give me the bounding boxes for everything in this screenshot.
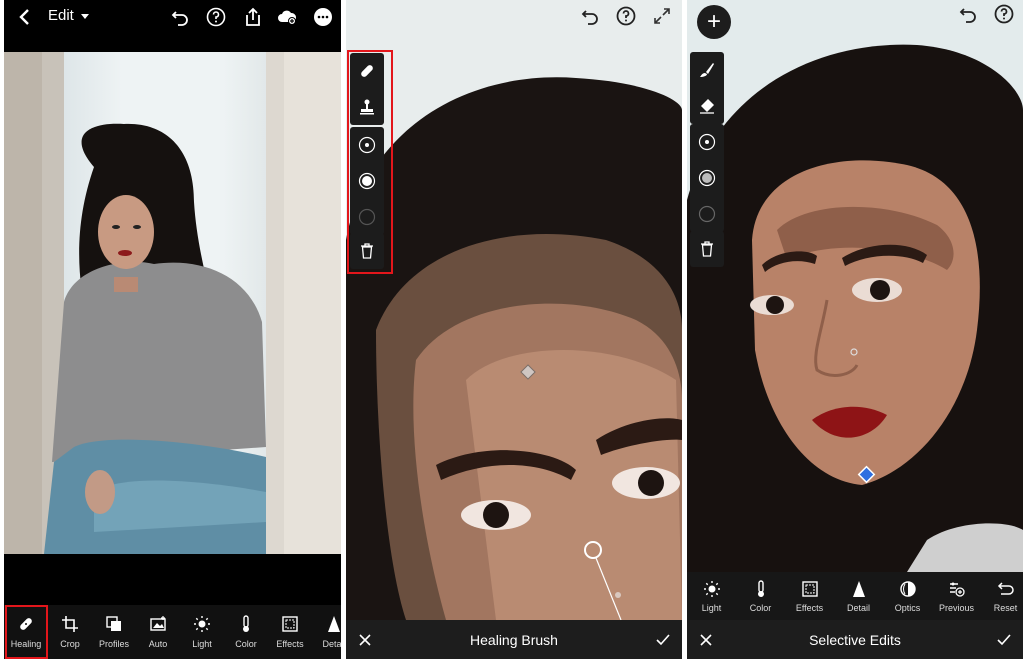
sun-icon xyxy=(703,580,720,597)
thermometer-icon xyxy=(243,615,249,632)
size-icon[interactable] xyxy=(690,124,724,160)
tool-label: Previous xyxy=(938,602,974,613)
tool-auto[interactable]: Auto xyxy=(136,605,180,659)
undo-icon[interactable] xyxy=(169,6,191,28)
caret-down-icon xyxy=(80,14,89,19)
undo-icon[interactable] xyxy=(578,4,602,28)
check-icon[interactable] xyxy=(656,633,670,647)
triangle-icon xyxy=(328,616,340,632)
add-label: + xyxy=(706,8,721,35)
mask-tool-group xyxy=(690,52,724,124)
tool-previous[interactable]: Previous xyxy=(932,572,981,620)
lightroom-edit-panel: Edit Healing Crop Profiles Auto Light Co… xyxy=(4,0,341,659)
selective-bottom-bar: Selective Edits xyxy=(687,620,1023,659)
tool-optics[interactable]: Optics xyxy=(883,572,932,620)
effects-icon xyxy=(801,580,818,597)
highlight-box xyxy=(347,50,393,274)
tool-label: Light xyxy=(701,602,722,613)
share-icon[interactable] xyxy=(242,6,264,28)
healing-bottom-bar: Healing Brush xyxy=(346,620,682,659)
profiles-icon xyxy=(106,616,121,631)
tool-label: Light xyxy=(192,639,212,649)
tool-label: Optics xyxy=(894,602,921,613)
tool-label: Detail xyxy=(846,602,870,613)
undo-icon[interactable] xyxy=(956,2,980,26)
sun-icon xyxy=(194,616,210,632)
tool-label: Profiles xyxy=(98,639,129,649)
tool-effects[interactable]: Effects xyxy=(785,572,834,620)
tool-label: Crop xyxy=(60,639,80,649)
flow-icon[interactable] xyxy=(690,196,724,232)
tool-color[interactable]: Color xyxy=(224,605,268,659)
selective-edits-panel: + Light Color Effects Detail Optics Prev… xyxy=(687,0,1023,659)
mode-title: Healing Brush xyxy=(470,631,558,648)
tool-profiles[interactable]: Profiles xyxy=(92,605,136,659)
top-bar: Edit xyxy=(4,0,341,52)
reset-icon xyxy=(997,581,1014,595)
auto-icon xyxy=(150,616,166,631)
mode-title: Selective Edits xyxy=(809,631,901,648)
tool-label: Effects xyxy=(795,602,824,613)
tool-label: Color xyxy=(235,639,257,649)
cloud-sync-icon[interactable] xyxy=(276,6,298,28)
triangle-icon xyxy=(852,580,865,597)
close-icon[interactable] xyxy=(699,633,713,647)
help-icon[interactable] xyxy=(614,4,638,28)
tool-label: Reset xyxy=(993,602,1018,613)
photo-portrait[interactable] xyxy=(687,0,1023,572)
edit-label: Edit xyxy=(48,7,74,24)
edit-menu[interactable]: Edit xyxy=(48,6,90,26)
selective-toolbar: Light Color Effects Detail Optics Previo… xyxy=(687,572,1023,620)
tool-detail[interactable]: Detail xyxy=(834,572,883,620)
edit-toolbar: Healing Crop Profiles Auto Light Color E… xyxy=(4,605,341,659)
help-icon[interactable] xyxy=(992,2,1016,26)
photo-closeup[interactable] xyxy=(346,0,682,620)
previous-icon xyxy=(949,582,965,597)
close-icon[interactable] xyxy=(358,633,372,647)
tool-reset[interactable]: Reset xyxy=(981,572,1023,620)
tool-detail[interactable]: Detail xyxy=(312,605,341,659)
trash-icon[interactable] xyxy=(690,231,724,267)
expand-icon[interactable] xyxy=(650,4,674,28)
tool-label: Detail xyxy=(322,639,341,649)
help-icon[interactable] xyxy=(205,6,227,28)
add-mask-button[interactable]: + xyxy=(697,5,731,39)
crop-icon xyxy=(62,616,78,632)
tool-effects[interactable]: Effects xyxy=(268,605,312,659)
effects-icon xyxy=(282,616,298,632)
tool-crop[interactable]: Crop xyxy=(48,605,92,659)
feather-icon[interactable] xyxy=(690,160,724,196)
eraser-icon[interactable] xyxy=(690,88,724,124)
photo-preview[interactable] xyxy=(4,52,341,554)
tool-color[interactable]: Color xyxy=(736,572,785,620)
tool-label: Color xyxy=(749,602,772,613)
tool-light[interactable]: Light xyxy=(687,572,736,620)
brush-settings-group xyxy=(690,124,724,232)
tool-light[interactable]: Light xyxy=(180,605,224,659)
delete-group xyxy=(690,231,724,267)
healing-brush-panel: Healing Brush xyxy=(346,0,682,659)
check-icon[interactable] xyxy=(997,633,1011,647)
brush-icon[interactable] xyxy=(690,52,724,88)
back-icon[interactable] xyxy=(14,6,36,28)
more-icon[interactable] xyxy=(312,6,334,28)
highlight-box xyxy=(5,605,48,659)
tool-label: Effects xyxy=(276,639,304,649)
optics-icon xyxy=(899,580,916,597)
thermometer-icon xyxy=(757,579,764,597)
tool-label: Auto xyxy=(148,639,168,649)
